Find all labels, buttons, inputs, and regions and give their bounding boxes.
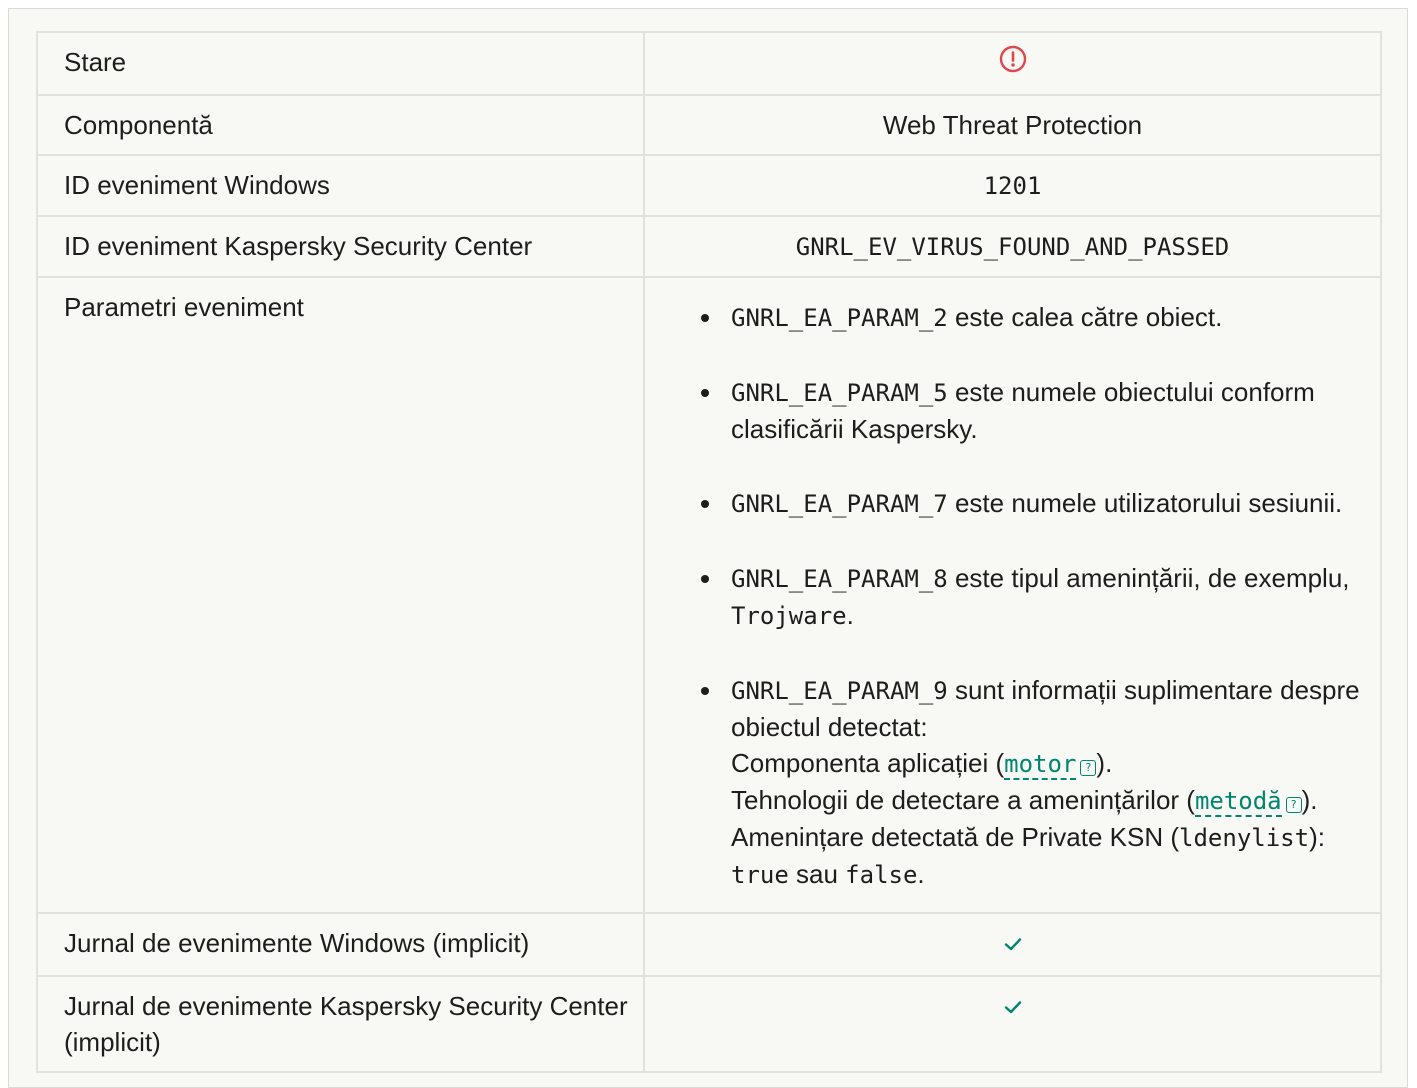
list-item: GNRL_EA_PARAM_9 sunt informații suplimen… (701, 672, 1362, 893)
table-row: Jurnal de evenimente Windows (implicit) (36, 911, 1382, 977)
row-label: Jurnal de evenimente Windows (implicit) (36, 911, 645, 977)
content-panel: Stare Componentă Web Threat Protection I… (8, 8, 1408, 1088)
row-label: ID eveniment Windows (36, 153, 645, 217)
table-row: Parametri eveniment GNRL_EA_PARAM_2 este… (36, 275, 1382, 914)
row-label: Stare (36, 31, 645, 96)
parameter-list: GNRL_EA_PARAM_2 este calea către obiect.… (663, 299, 1362, 893)
list-item: GNRL_EA_PARAM_5 este numele obiectului c… (701, 374, 1362, 447)
help-icon[interactable]: ? (1080, 759, 1097, 776)
row-label: ID eveniment Kaspersky Security Center (36, 214, 645, 278)
motor-tooltip-link[interactable]: motor (1004, 749, 1077, 780)
list-item: GNRL_EA_PARAM_8 este tipul amenințării, … (701, 560, 1362, 634)
table-row: Stare (36, 31, 1382, 96)
checkmark-icon (1002, 991, 1024, 1027)
row-label: Jurnal de evenimente Kaspersky Security … (36, 974, 645, 1073)
table-row: ID eveniment Kaspersky Security Center G… (36, 214, 1382, 278)
table-row: Jurnal de evenimente Kaspersky Security … (36, 974, 1382, 1073)
ksc-event-id: GNRL_EV_VIRUS_FOUND_AND_PASSED (795, 232, 1230, 261)
help-icon[interactable]: ? (1285, 796, 1302, 813)
list-item: GNRL_EA_PARAM_7 este numele utilizatorul… (701, 485, 1362, 522)
warning-circle-icon (998, 44, 1028, 83)
event-table: Stare Componentă Web Threat Protection I… (36, 31, 1382, 1073)
table-row: Componentă Web Threat Protection (36, 93, 1382, 156)
component-value: Web Threat Protection (643, 93, 1382, 156)
checkmark-icon (1002, 928, 1024, 964)
list-item: GNRL_EA_PARAM_2 este calea către obiect. (701, 299, 1362, 336)
method-tooltip-link[interactable]: metodă (1194, 786, 1282, 817)
windows-event-id: 1201 (983, 171, 1042, 200)
row-label: Parametri eveniment (36, 275, 645, 914)
row-label: Componentă (36, 93, 645, 156)
table-row: ID eveniment Windows 1201 (36, 153, 1382, 217)
